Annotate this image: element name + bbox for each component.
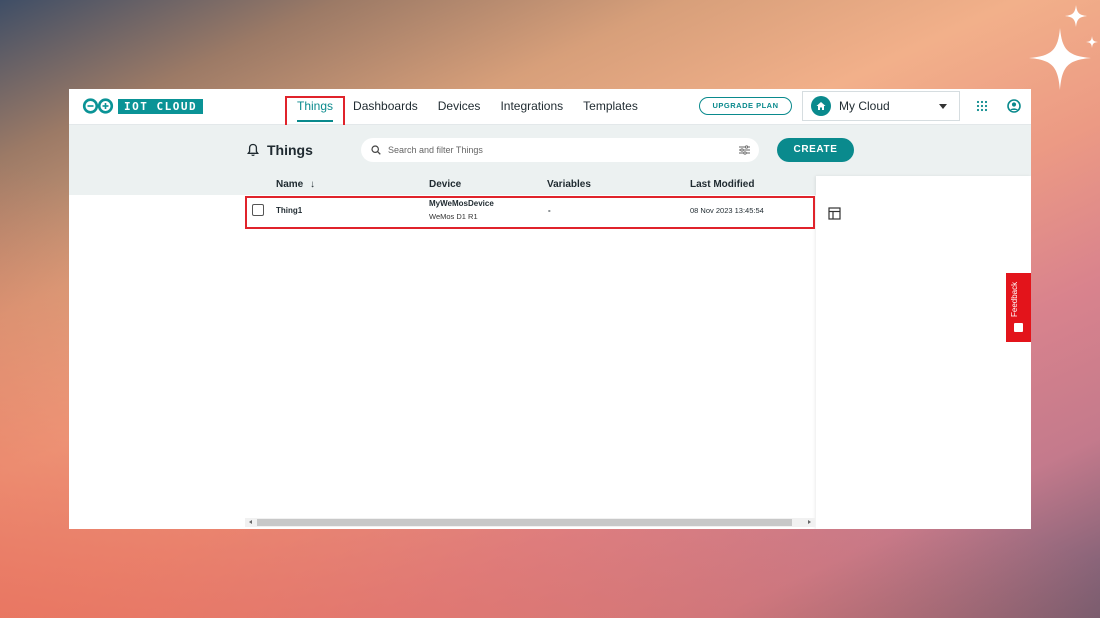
layout-icon[interactable] [828,207,841,220]
column-header-variables[interactable]: Variables [547,179,591,190]
cloud-selector[interactable]: My Cloud [802,91,960,121]
bell-icon [247,143,259,157]
home-icon [811,96,831,116]
things-table [69,195,816,529]
upgrade-plan-button[interactable]: UPGRADE PLAN [699,97,792,115]
top-navbar: IOT CLOUD Things Dashboards Devices Inte… [69,89,1031,128]
column-header-last-modified[interactable]: Last Modified [690,179,754,190]
page-title-text: Things [267,142,313,158]
sort-arrow-icon: ↓ [310,179,316,190]
create-button[interactable]: CREATE [777,138,854,162]
things-tab-highlight-box [285,96,345,128]
nav-item-templates[interactable]: Templates [573,89,648,125]
column-header-name[interactable]: Name ↓ [276,179,315,190]
scroll-right-icon[interactable] [808,520,811,524]
nav-item-devices[interactable]: Devices [428,89,491,125]
apps-grid-icon[interactable] [976,100,988,112]
page-title: Things [247,142,313,158]
column-header-device[interactable]: Device [429,179,461,190]
arduino-infinity-icon [82,98,114,114]
nav-item-integrations[interactable]: Integrations [490,89,573,125]
feedback-icon [1014,323,1023,332]
search-bar[interactable] [361,138,759,162]
filter-icon[interactable] [739,145,750,155]
scroll-left-icon[interactable] [249,520,252,524]
search-input[interactable] [388,145,718,155]
user-icon[interactable] [1007,99,1021,113]
row-highlight-box [245,196,815,229]
search-icon [371,145,381,155]
cloud-selector-label: My Cloud [839,99,890,113]
logo-text: IOT CLOUD [118,98,204,114]
horizontal-scrollbar[interactable] [245,518,815,527]
feedback-label: Feedback [1010,281,1019,317]
details-side-panel [816,176,1031,529]
chevron-down-icon [939,104,947,109]
arduino-iot-cloud-logo[interactable]: IOT CLOUD [82,98,204,114]
column-header-label: Name [276,179,304,190]
sparkle-icon [1065,5,1087,27]
scrollbar-thumb[interactable] [257,519,792,526]
nav-item-dashboards[interactable]: Dashboards [343,89,428,125]
iot-cloud-window: IOT CLOUD Things Dashboards Devices Inte… [69,89,1031,529]
sparkle-icon [1086,36,1098,48]
feedback-tab[interactable]: Feedback [1006,273,1031,342]
sparkle-icon [1029,28,1091,90]
